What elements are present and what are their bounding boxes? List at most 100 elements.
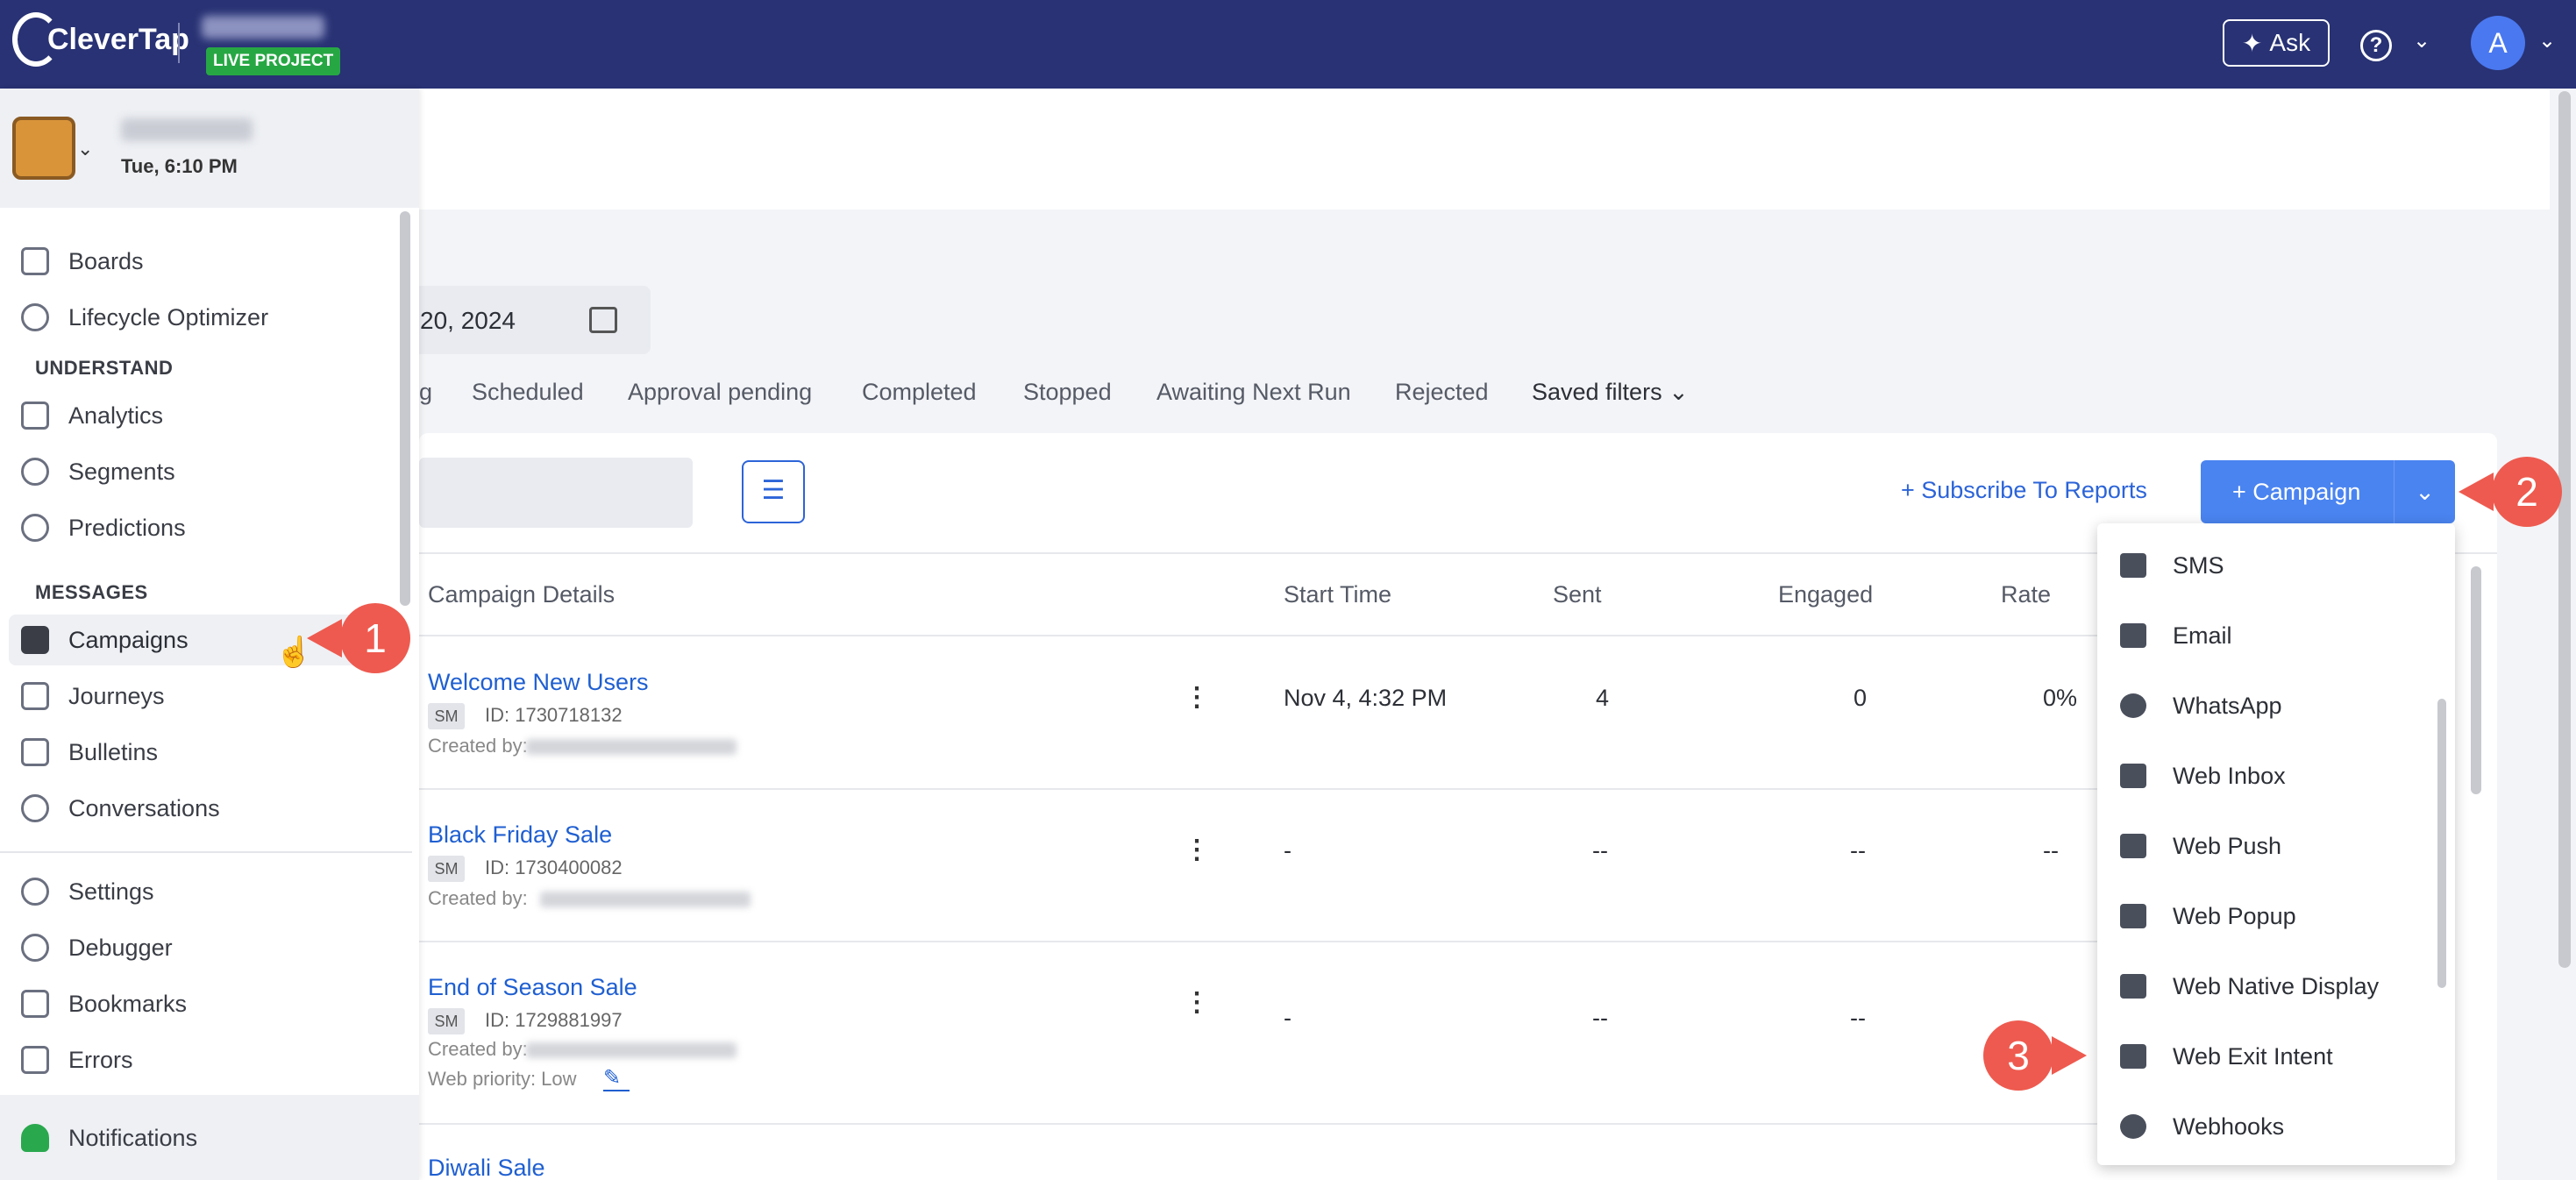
create-campaign-button[interactable]: + Campaign ⌄ — [2201, 460, 2455, 523]
menu-item-web-push[interactable]: Web Push — [2120, 820, 2281, 872]
campaign-name-link[interactable]: Black Friday Sale — [428, 821, 612, 849]
row-menu-icon[interactable]: ⋮ — [1184, 835, 1210, 865]
col-start-time[interactable]: Start Time — [1284, 581, 1391, 608]
search-input[interactable] — [419, 458, 693, 528]
campaign-id: ID: 1730400082 — [485, 857, 623, 878]
tab-scheduled[interactable]: Scheduled — [472, 379, 584, 406]
subscribe-to-reports-link[interactable]: + Subscribe To Reports — [1901, 477, 2147, 504]
page-scrollbar[interactable] — [2558, 91, 2571, 968]
creator-email-blurred — [540, 892, 751, 907]
web-push-icon — [2120, 834, 2146, 858]
col-engaged[interactable]: Engaged — [1778, 581, 1873, 608]
edit-pencil-icon[interactable]: ✎ — [603, 1065, 630, 1091]
bulletins-icon — [21, 738, 49, 766]
sms-icon — [2120, 553, 2146, 578]
conversations-icon — [21, 794, 49, 822]
sidebar-item-boards[interactable]: Boards — [21, 236, 144, 287]
project-name-blurred[interactable] — [202, 16, 324, 39]
help-chevron-down-icon[interactable]: ⌄ — [2413, 28, 2430, 53]
tab-approval-pending[interactable]: Approval pending — [628, 379, 812, 406]
menu-item-web-inbox[interactable]: Web Inbox — [2120, 750, 2286, 802]
row-divider — [419, 635, 2103, 636]
sidebar-item-label: Settings — [68, 878, 154, 905]
col-sent[interactable]: Sent — [1553, 581, 1602, 608]
tab-saved-filters[interactable]: Saved filters ⌄ — [1532, 379, 1689, 406]
notifications-area: Notifications — [0, 1095, 419, 1180]
menu-item-label: SMS — [2173, 551, 2224, 579]
menu-item-web-native-display[interactable]: Web Native Display — [2120, 960, 2379, 1013]
sidebar-item-conversations[interactable]: Conversations — [21, 783, 220, 834]
row-menu-icon[interactable]: ⋮ — [1184, 987, 1210, 1018]
sidebar-item-debugger[interactable]: Debugger — [21, 922, 173, 973]
campaign-name-link[interactable]: Welcome New Users — [428, 669, 649, 696]
lifecycle-icon — [21, 303, 49, 331]
help-icon[interactable]: ? — [2360, 30, 2392, 61]
campaign-id: ID: 1730718132 — [485, 704, 623, 726]
sidebar-item-label: Campaigns — [68, 626, 189, 653]
sidebar-item-label: Journeys — [68, 682, 165, 709]
sidebar-item-label: Bookmarks — [68, 990, 188, 1017]
row-divider — [419, 941, 2103, 942]
sidebar-item-segments[interactable]: Segments — [21, 446, 175, 497]
account-image — [12, 117, 75, 180]
menu-item-web-popup[interactable]: Web Popup — [2120, 890, 2296, 942]
account-chevron-down-icon[interactable]: ⌄ — [77, 138, 93, 160]
campaign-name-link[interactable]: End of Season Sale — [428, 974, 637, 1001]
menu-item-label: Webhooks — [2173, 1112, 2285, 1140]
menu-item-web-exit-intent[interactable]: Web Exit Intent — [2120, 1030, 2333, 1083]
tab-awaiting-next-run[interactable]: Awaiting Next Run — [1156, 379, 1351, 406]
predictions-icon — [21, 514, 49, 542]
sidebar-item-journeys[interactable]: Journeys — [21, 671, 165, 722]
sidebar-item-bulletins[interactable]: Bulletins — [21, 727, 158, 778]
account-switcher[interactable]: ⌄ Tue, 6:10 PM — [0, 89, 419, 208]
campaign-chevron-down-icon[interactable]: ⌄ — [2394, 460, 2455, 523]
sidebar-item-settings[interactable]: Settings — [21, 866, 154, 917]
sidebar-item-label: Errors — [68, 1046, 133, 1073]
bookmarks-icon — [21, 990, 49, 1018]
sidebar-scrollbar[interactable] — [400, 211, 410, 606]
live-project-badge: LIVE PROJECT — [206, 47, 341, 75]
campaign-button-label: + Campaign — [2232, 478, 2361, 505]
journeys-icon — [21, 682, 49, 710]
row-menu-icon[interactable]: ⋮ — [1184, 682, 1210, 713]
callout-pointer — [2052, 1036, 2087, 1075]
sidebar-item-notifications[interactable]: Notifications — [21, 1112, 197, 1163]
tab-rejected[interactable]: Rejected — [1395, 379, 1489, 406]
analytics-icon — [21, 402, 49, 430]
col-rate[interactable]: Rate — [2001, 581, 2051, 608]
sidebar-item-analytics[interactable]: Analytics — [21, 390, 163, 441]
menu-item-whatsapp[interactable]: WhatsApp — [2120, 679, 2282, 732]
menu-item-webhooks[interactable]: Webhooks — [2120, 1100, 2284, 1153]
avatar-chevron-down-icon[interactable]: ⌄ — [2538, 28, 2556, 53]
tab-stopped[interactable]: Stopped — [1023, 379, 1112, 406]
callout-2: 2 — [2492, 457, 2562, 527]
user-avatar[interactable]: A — [2471, 16, 2525, 70]
menu-item-label: Web Popup — [2173, 902, 2296, 929]
menu-item-label: Web Exit Intent — [2173, 1042, 2333, 1070]
sidebar-divider — [0, 851, 412, 853]
account-time: Tue, 6:10 PM — [121, 155, 238, 177]
sidebar-item-predictions[interactable]: Predictions — [21, 502, 186, 553]
clevertap-logo[interactable]: CleverTap — [12, 12, 189, 67]
menu-item-email[interactable]: Email — [2120, 609, 2232, 662]
sent-count: -- — [1592, 837, 1608, 864]
sidebar-item-bookmarks[interactable]: Bookmarks — [21, 978, 187, 1029]
campaign-name-link[interactable]: Diwali Sale — [428, 1155, 545, 1180]
menu-scrollbar[interactable] — [2437, 699, 2446, 988]
ask-button[interactable]: ✦ Ask — [2223, 19, 2330, 67]
settings-icon — [21, 878, 49, 906]
tab-completed[interactable]: Completed — [862, 379, 977, 406]
filter-settings-icon[interactable]: ☰ — [742, 460, 805, 523]
sidebar-item-errors[interactable]: Errors — [21, 1034, 133, 1085]
calendar-icon[interactable] — [589, 307, 617, 333]
account-name-blurred — [121, 118, 253, 141]
table-scrollbar[interactable] — [2471, 566, 2481, 794]
menu-item-sms[interactable]: SMS — [2120, 539, 2224, 592]
tab-partial[interactable]: g — [419, 379, 432, 406]
row-divider — [419, 1123, 2103, 1125]
callout-pointer — [307, 619, 342, 658]
created-by: Created by: — [428, 887, 528, 909]
sidebar-item-label: Debugger — [68, 934, 173, 961]
web-inbox-icon — [2120, 764, 2146, 788]
sidebar-item-lifecycle-optimizer[interactable]: Lifecycle Optimizer — [21, 292, 268, 343]
